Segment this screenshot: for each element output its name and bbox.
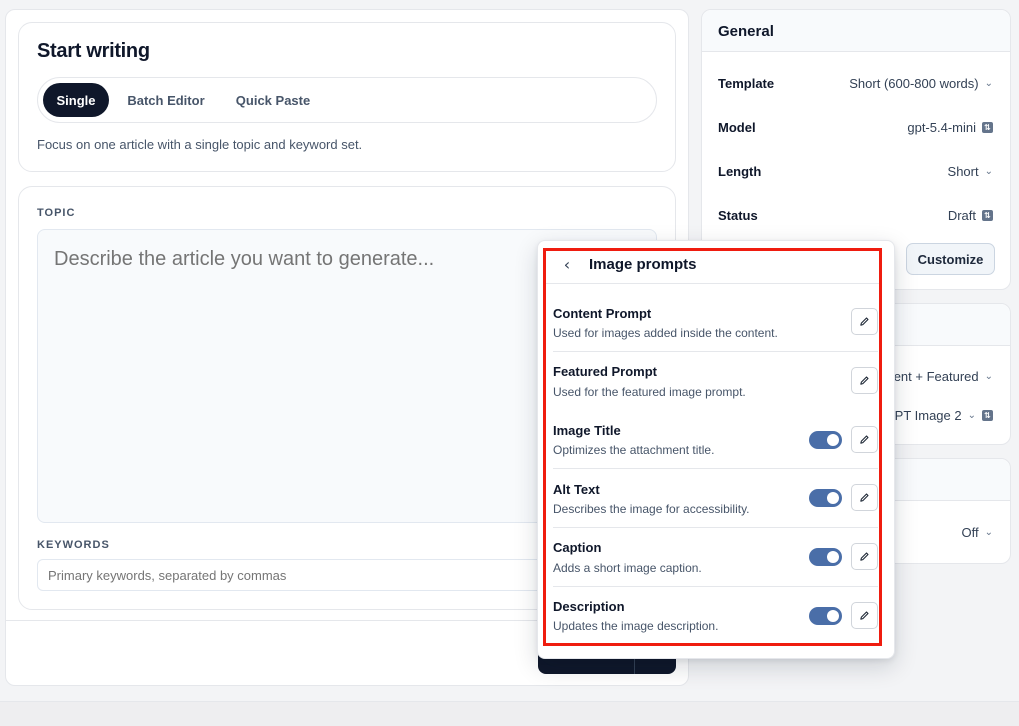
chevron-down-icon: ⌄ bbox=[984, 527, 993, 538]
tab-single[interactable]: Single bbox=[43, 83, 109, 117]
mode-description: Focus on one article with a single topic… bbox=[37, 137, 363, 152]
prompt-item-title: Featured Prompt bbox=[553, 364, 658, 379]
chevron-down-icon: ⌄ bbox=[967, 410, 976, 421]
prompt-item-description: Updates the image description. bbox=[553, 619, 719, 633]
toggle-knob bbox=[827, 492, 839, 504]
model-select[interactable]: gpt-5.4-mini ⇅ bbox=[907, 120, 993, 135]
chevron-down-icon: ⌄ bbox=[984, 78, 993, 89]
toggle-knob bbox=[827, 610, 839, 622]
prompt-item-description: Adds a short image caption. bbox=[553, 561, 702, 575]
prompt-item-description: Optimizes the attachment title. bbox=[553, 443, 715, 457]
alt-text-toggle[interactable] bbox=[809, 489, 842, 507]
setting-label-status: Status bbox=[718, 208, 758, 223]
template-select[interactable]: Short (600-800 words) ⌄ bbox=[849, 76, 993, 91]
edit-alt-text-button[interactable] bbox=[851, 484, 878, 511]
pencil-icon bbox=[860, 317, 869, 326]
caption-toggle[interactable] bbox=[809, 548, 842, 566]
expand-options-icon: ⇅ bbox=[982, 410, 993, 421]
image-model-value: GPT Image 2 bbox=[884, 408, 962, 423]
pencil-icon bbox=[860, 376, 869, 385]
image-placement-value: ent + Featured bbox=[893, 369, 979, 384]
prompt-item-description: Describes the image for accessibility. bbox=[553, 502, 750, 516]
prompt-item-title: Content Prompt bbox=[553, 306, 652, 321]
setting-label-length: Length bbox=[718, 164, 762, 179]
row-divider bbox=[553, 468, 878, 469]
back-button[interactable]: ‹ bbox=[558, 254, 576, 274]
general-settings-title: General bbox=[718, 23, 774, 40]
chevron-down-icon: ⌄ bbox=[984, 371, 993, 382]
image-title-toggle[interactable] bbox=[809, 431, 842, 449]
pencil-icon bbox=[860, 493, 869, 502]
popover-header-divider bbox=[546, 283, 879, 284]
chevron-left-icon: ‹ bbox=[563, 254, 571, 274]
toggle-knob bbox=[827, 434, 839, 446]
pencil-icon bbox=[860, 435, 869, 444]
status-select[interactable]: Draft ⇅ bbox=[948, 208, 993, 223]
edit-image-title-button[interactable] bbox=[851, 426, 878, 453]
template-value: Short (600-800 words) bbox=[849, 76, 979, 91]
bottom-bar bbox=[0, 701, 1019, 726]
edit-content-prompt-button[interactable] bbox=[851, 308, 878, 335]
image-model-select[interactable]: GPT Image 2 ⌄ ⇅ bbox=[885, 408, 993, 423]
setting-label-template: Template bbox=[718, 76, 775, 91]
model-value: gpt-5.4-mini bbox=[907, 120, 976, 135]
extra-setting-select[interactable]: Off ⌄ bbox=[962, 525, 994, 540]
prompt-item-title: Caption bbox=[553, 540, 602, 555]
edit-caption-button[interactable] bbox=[851, 543, 878, 570]
chevron-down-icon: ⌄ bbox=[984, 166, 993, 177]
keywords-label: KEYWORDS bbox=[37, 539, 110, 551]
toggle-knob bbox=[827, 551, 839, 563]
row-divider bbox=[553, 351, 878, 352]
pencil-icon bbox=[860, 611, 869, 620]
prompt-item-description: Used for images added inside the content… bbox=[553, 326, 778, 340]
setting-label-model: Model bbox=[718, 120, 756, 135]
description-toggle[interactable] bbox=[809, 607, 842, 625]
tab-batch-editor[interactable]: Batch Editor bbox=[117, 83, 215, 117]
row-divider bbox=[553, 527, 878, 528]
length-select[interactable]: Short ⌄ bbox=[948, 164, 993, 179]
extra-setting-value: Off bbox=[961, 525, 979, 540]
page-title: Start writing bbox=[37, 40, 150, 62]
edit-featured-prompt-button[interactable] bbox=[851, 367, 878, 394]
edit-description-button[interactable] bbox=[851, 602, 878, 629]
length-value: Short bbox=[947, 164, 979, 179]
expand-options-icon: ⇅ bbox=[982, 210, 993, 221]
tab-quick-paste[interactable]: Quick Paste bbox=[225, 83, 321, 117]
image-placement-select[interactable]: ent + Featured ⌄ bbox=[894, 369, 993, 384]
pencil-icon bbox=[860, 552, 869, 561]
topic-label: TOPIC bbox=[37, 207, 76, 219]
status-value: Draft bbox=[947, 208, 976, 223]
prompt-item-title: Description bbox=[553, 599, 625, 614]
prompt-item-title: Alt Text bbox=[553, 482, 600, 497]
expand-options-icon: ⇅ bbox=[982, 122, 993, 133]
prompt-item-title: Image Title bbox=[553, 423, 621, 438]
customize-button[interactable]: Customize bbox=[906, 243, 995, 275]
popover-title: Image prompts bbox=[589, 256, 697, 273]
row-divider bbox=[553, 586, 878, 587]
prompt-item-description: Used for the featured image prompt. bbox=[553, 385, 746, 399]
